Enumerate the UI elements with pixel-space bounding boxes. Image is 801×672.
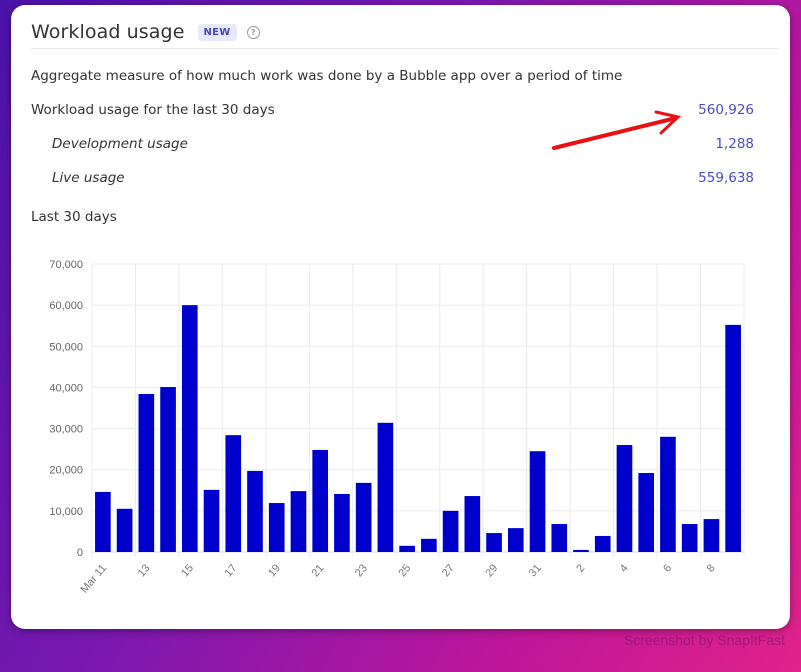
bar	[703, 519, 720, 552]
x-tick-label: 29	[483, 562, 500, 579]
x-tick-label: 8	[705, 562, 718, 574]
bar	[377, 422, 394, 552]
bar	[529, 451, 546, 552]
bar	[399, 545, 415, 552]
bar	[486, 533, 502, 552]
bar	[312, 449, 329, 552]
bar	[594, 535, 611, 552]
bar	[95, 491, 111, 552]
y-tick-label: 70,000	[49, 259, 83, 271]
bar	[507, 528, 524, 552]
y-tick-label: 0	[77, 547, 83, 559]
bar	[421, 538, 437, 552]
bar	[638, 473, 655, 552]
x-tick-label: Mar 11	[78, 562, 109, 595]
bar	[464, 496, 481, 552]
bar	[181, 305, 198, 552]
x-tick-label: 21	[309, 562, 326, 579]
y-tick-label: 10,000	[49, 506, 83, 518]
y-tick-label: 40,000	[49, 382, 83, 394]
y-tick-label: 20,000	[49, 465, 83, 477]
x-tick-label: 6	[661, 562, 674, 574]
bar	[442, 510, 459, 552]
bar	[681, 524, 698, 552]
usage-bar-chart: 0 10,000 20,000 30,000 40,000 50,000 60,000 70,…	[49, 259, 745, 596]
x-tick-label: 15	[179, 562, 196, 579]
bar	[247, 470, 263, 552]
bar	[725, 324, 741, 552]
y-tick-label: 50,000	[49, 341, 83, 353]
bar	[660, 436, 676, 552]
x-tick-label: 4	[618, 562, 631, 574]
bar	[616, 445, 633, 552]
y-tick-label: 60,000	[49, 300, 83, 312]
bar	[203, 489, 220, 552]
x-tick-label: 19	[266, 562, 283, 579]
bar	[334, 493, 350, 552]
bar	[290, 491, 307, 552]
x-tick-label: 27	[440, 562, 457, 579]
x-tick-label: 23	[353, 562, 370, 579]
x-tick-label: 2	[574, 562, 587, 574]
bar	[138, 394, 155, 552]
bar	[268, 503, 285, 552]
y-tick-label: 30,000	[49, 424, 83, 436]
bar	[573, 549, 589, 552]
bar	[551, 524, 568, 552]
bar	[225, 435, 242, 552]
watermark: Screenshot by SnapItFast	[623, 632, 785, 648]
x-tick-label: 31	[527, 562, 544, 579]
bar	[116, 508, 133, 552]
bar	[160, 387, 176, 552]
x-tick-label: 25	[396, 562, 413, 579]
bar	[355, 482, 372, 552]
x-tick-label: 17	[222, 562, 239, 579]
x-tick-label: 13	[136, 562, 153, 579]
